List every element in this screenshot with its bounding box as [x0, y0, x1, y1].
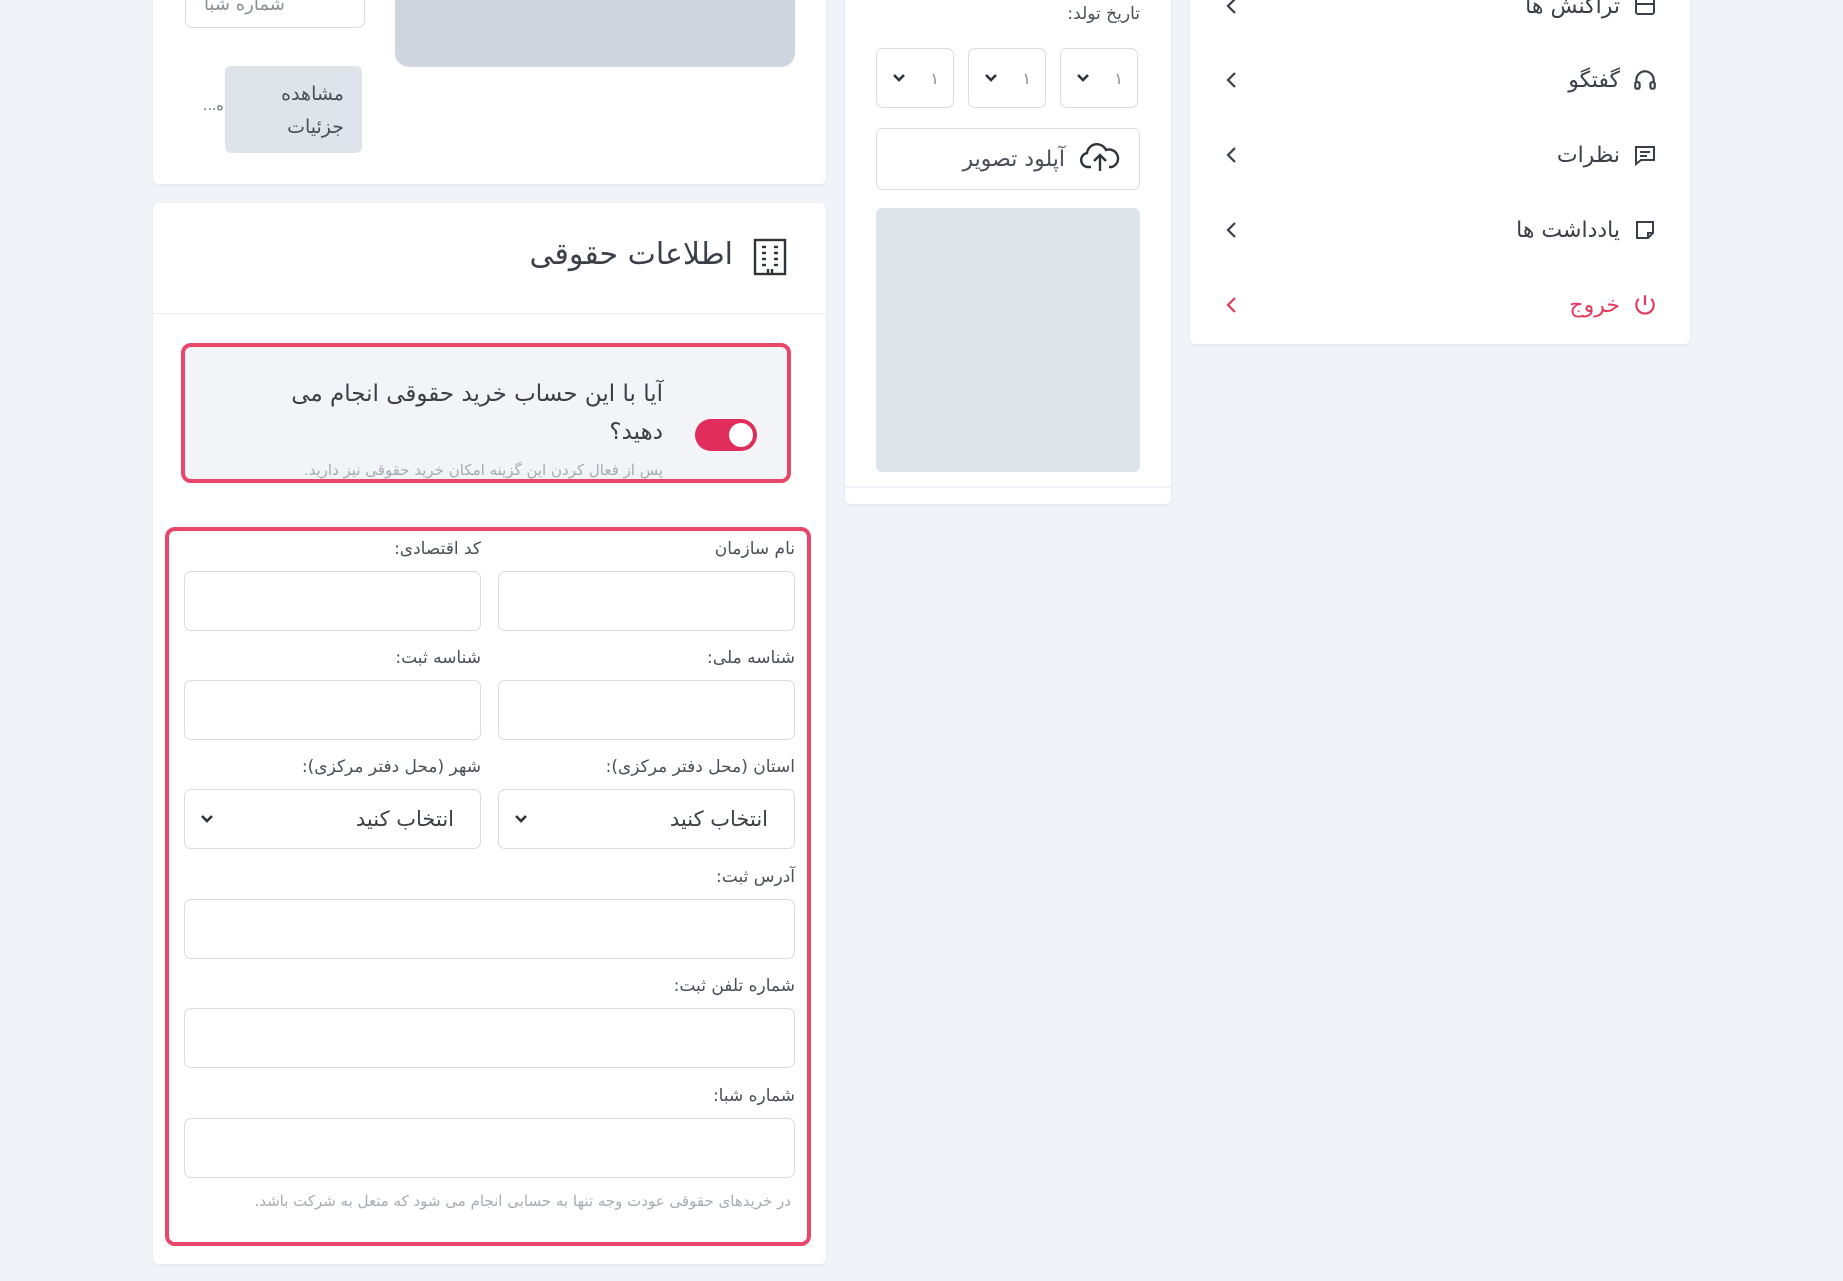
- sheba-field-placeholder: شماره شبا: [204, 0, 285, 15]
- wallet-icon: [1630, 0, 1660, 21]
- sidebar-item-label: خروج: [1569, 292, 1620, 318]
- province-label: استان (محل دفتر مرکزی):: [605, 757, 795, 777]
- legal-purchase-toggle[interactable]: [695, 419, 757, 451]
- legal-info-header: اطلاعات حقوقی: [153, 203, 826, 314]
- legal-purchase-toggle-section: آیا با این حساب خرید حقوقی انجام می دهید…: [181, 343, 791, 483]
- org-name-label: نام سازمان: [714, 539, 795, 559]
- legal-info-form: نام سازمان کد اقتصادی: شناسه ملی: شناسه …: [165, 527, 811, 1246]
- sidebar-item-comments[interactable]: نظرات: [1220, 125, 1660, 185]
- building-icon: [753, 238, 787, 276]
- org-name-input[interactable]: [498, 571, 795, 631]
- chevron-left-icon: [1220, 68, 1244, 92]
- national-id-input[interactable]: [498, 680, 795, 740]
- chevron-left-icon: [1220, 293, 1244, 317]
- address-label: آدرس ثبت:: [716, 867, 795, 887]
- upload-image-button[interactable]: آپلود تصویر: [876, 128, 1140, 190]
- power-icon: [1630, 290, 1660, 320]
- address-input[interactable]: [184, 899, 795, 959]
- dob-day-value: ۱: [1114, 68, 1123, 88]
- economic-code-label: کد اقتصادی:: [394, 539, 481, 559]
- card-image-placeholder: [395, 0, 795, 67]
- truncated-text: ...ه: [203, 98, 224, 114]
- registration-id-label: شناسه ثبت:: [395, 648, 481, 668]
- refund-note: در خریدهای حقوقی عودت وجه تنها به حسابی …: [254, 1192, 791, 1210]
- registration-id-input[interactable]: [184, 680, 481, 740]
- chevron-left-icon: [1220, 0, 1244, 18]
- province-select[interactable]: انتخاب کنید: [498, 789, 795, 849]
- dob-month-value: ۱: [1022, 68, 1031, 88]
- sidebar-item-transactions[interactable]: تراکنش ها: [1220, 0, 1660, 36]
- profile-card: تاریخ تولد: ۱ ۱ ۱ آپلود تصویر: [845, 0, 1171, 504]
- sidebar-item-label: نظرات: [1556, 142, 1620, 168]
- sidebar-item-logout[interactable]: خروج: [1220, 275, 1660, 335]
- cloud-upload-icon: [1079, 141, 1121, 177]
- card-divider: [845, 486, 1171, 488]
- chevron-left-icon: [1220, 143, 1244, 167]
- dob-label: تاریخ تولد:: [1067, 4, 1140, 24]
- chevron-down-icon: [199, 810, 215, 829]
- province-select-value: انتخاب کنید: [669, 807, 768, 831]
- dob-month-select[interactable]: ۱: [968, 48, 1046, 108]
- page-title: اطلاعات حقوقی: [529, 237, 734, 272]
- dob-year-select[interactable]: ۱: [876, 48, 954, 108]
- chevron-down-icon: [513, 810, 529, 829]
- sidebar-item-chat[interactable]: گفتگو: [1220, 50, 1660, 110]
- legal-purchase-hint: پس از فعال کردن این گزینه امکان خرید حقو…: [303, 461, 663, 479]
- chevron-left-icon: [1220, 218, 1244, 242]
- city-label: شهر (محل دفتر مرکزی):: [301, 757, 481, 777]
- comment-icon: [1630, 140, 1660, 170]
- sheba-label: شماره شبا:: [712, 1086, 795, 1106]
- toggle-knob: [729, 423, 753, 447]
- sheba-field[interactable]: شماره شبا: [185, 0, 365, 28]
- dob-year-value: ۱: [930, 68, 939, 88]
- dob-day-select[interactable]: ۱: [1060, 48, 1138, 108]
- sidebar-item-label: تراکنش ها: [1525, 0, 1620, 19]
- profile-image-preview: [876, 208, 1140, 472]
- headset-icon: [1630, 65, 1660, 95]
- upload-image-label: آپلود تصویر: [962, 146, 1065, 172]
- chevron-down-icon: [1075, 69, 1091, 88]
- legal-info-card: اطلاعات حقوقی آیا با این حساب خرید حقوقی…: [153, 203, 826, 1264]
- national-id-label: شناسه ملی:: [707, 648, 795, 668]
- bank-info-card: شماره شبا مشاهده جزئیات ...ه: [153, 0, 826, 184]
- chevron-down-icon: [983, 69, 999, 88]
- economic-code-input[interactable]: [184, 571, 481, 631]
- account-sidebar-menu: تراکنش ها گفتگو نظرات یادداشت ها خروج: [1190, 0, 1690, 344]
- legal-purchase-question: آیا با این حساب خرید حقوقی انجام می دهید…: [291, 381, 663, 445]
- phone-input[interactable]: [184, 1008, 795, 1068]
- phone-label: شماره تلفن ثبت:: [673, 976, 795, 996]
- sidebar-item-label: گفتگو: [1568, 67, 1620, 93]
- chevron-down-icon: [891, 69, 907, 88]
- sidebar-item-notes[interactable]: یادداشت ها: [1220, 200, 1660, 260]
- view-details-button[interactable]: مشاهده جزئیات: [225, 66, 362, 153]
- note-icon: [1630, 215, 1660, 245]
- city-select[interactable]: انتخاب کنید: [184, 789, 481, 849]
- sidebar-item-label: یادداشت ها: [1516, 217, 1620, 243]
- city-select-value: انتخاب کنید: [355, 807, 454, 831]
- sheba-input[interactable]: [184, 1118, 795, 1178]
